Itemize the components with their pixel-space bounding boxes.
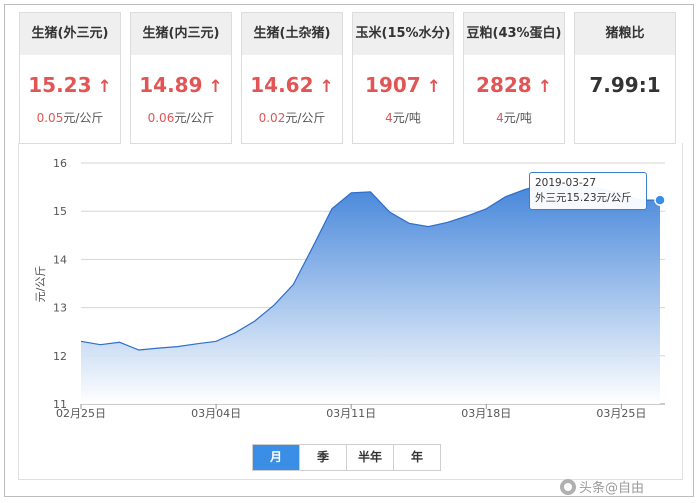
watermark-text: 头条@自由 xyxy=(579,481,645,496)
range-tab[interactable]: 月 xyxy=(253,445,299,470)
area-layer xyxy=(80,182,666,404)
watermark-logo-icon xyxy=(560,478,576,495)
y-tick-label: 14 xyxy=(53,253,67,266)
x-tick-label: 02月25日 xyxy=(56,407,106,420)
chart-tooltip: 2019-03-27 外三元15.23元/公斤 xyxy=(529,172,647,210)
x-tick-label: 03月04日 xyxy=(191,407,241,420)
watermark: 头条@自由 xyxy=(560,477,644,496)
tooltip-date: 2019-03-27 xyxy=(535,177,597,189)
price-chart: 11121314151602月25日 03月04日 03月11日 03月18日 03月2… xyxy=(34,157,666,420)
y-tick-label: 16 xyxy=(53,157,67,170)
x-tick-label: 03月11日 xyxy=(326,407,376,420)
range-tab[interactable]: 半年 xyxy=(346,445,393,470)
x-tick-label: 03月25日 xyxy=(596,407,646,420)
series-area-fill xyxy=(81,183,660,404)
range-tab[interactable]: 年 xyxy=(393,445,440,470)
range-tabs: 月季半年年 xyxy=(252,444,441,471)
highlight-point[interactable] xyxy=(654,194,666,206)
y-tick-label: 12 xyxy=(53,350,67,363)
range-tab[interactable]: 季 xyxy=(299,445,346,470)
x-tick-label: 03月18日 xyxy=(461,407,511,420)
tooltip-value: 外三元15.23元/公斤 xyxy=(535,192,632,204)
y-tick-label: 15 xyxy=(53,205,67,218)
y-tick-label: 13 xyxy=(53,302,67,315)
y-axis-label: 元/公斤 xyxy=(34,266,47,303)
